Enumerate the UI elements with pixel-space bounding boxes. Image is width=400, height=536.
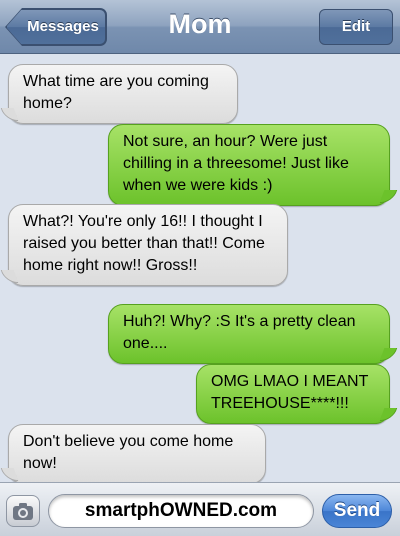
incoming-message-bubble[interactable]: Don't believe you come home now! xyxy=(8,424,266,484)
message-input[interactable]: smartphOWNED.com xyxy=(48,494,314,528)
edit-button[interactable]: Edit xyxy=(319,9,393,45)
outgoing-message-bubble[interactable]: OMG LMAO I MEANT TREEHOUSE****!!! xyxy=(196,364,390,424)
navigation-bar: Messages Mom Edit xyxy=(0,0,400,54)
incoming-message-bubble[interactable]: What?! You're only 16!! I thought I rais… xyxy=(8,204,288,286)
outgoing-message-bubble[interactable]: Not sure, an hour? Were just chilling in… xyxy=(108,124,390,206)
outgoing-message-bubble[interactable]: Huh?! Why? :S It's a pretty clean one...… xyxy=(108,304,390,364)
incoming-message-bubble[interactable]: What time are you coming home? xyxy=(8,64,238,124)
message-composer: smartphOWNED.com Send xyxy=(0,482,400,536)
camera-button[interactable] xyxy=(6,495,40,527)
message-thread[interactable]: What time are you coming home? Not sure,… xyxy=(0,54,400,484)
camera-icon xyxy=(13,503,33,520)
send-button[interactable]: Send xyxy=(322,494,392,528)
